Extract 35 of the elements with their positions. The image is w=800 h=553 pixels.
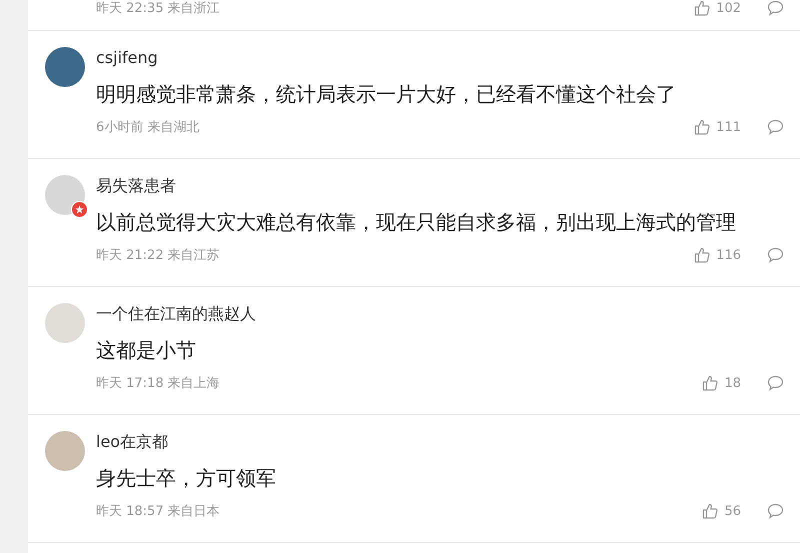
comment-icon (767, 119, 784, 135)
avatar[interactable] (45, 47, 85, 87)
thumbs-up-icon (694, 119, 710, 135)
like-button[interactable]: 18 (702, 375, 741, 391)
author-name[interactable]: leo在京都 (96, 431, 168, 453)
reply-button[interactable] (767, 119, 784, 135)
avatar[interactable] (45, 175, 85, 215)
thumbs-up-icon (702, 375, 718, 391)
comment-meta: 昨天 17:18 来自上海 (96, 375, 220, 392)
like-button[interactable]: 102 (694, 0, 741, 16)
thumbs-up-icon (694, 0, 710, 16)
comment-text: 以前总觉得大灾大难总有依靠，现在只能自求多福，别出现上海式的管理 (96, 209, 736, 235)
author-name[interactable]: 易失落患者 (96, 175, 176, 197)
comment-text: 身先士卒，方可领军 (96, 465, 276, 491)
like-button[interactable]: 116 (694, 247, 741, 263)
author-name[interactable]: csjifeng (96, 47, 158, 69)
reply-button[interactable] (767, 375, 784, 391)
like-button[interactable]: 56 (702, 503, 741, 519)
comment-meta: 昨天 22:35 来自浙江 (96, 0, 220, 17)
thumbs-up-icon (702, 503, 718, 519)
comment-meta: 6小时前 来自湖北 (96, 119, 200, 136)
comment-icon (767, 503, 784, 519)
comment-meta: 昨天 21:22 来自江苏 (96, 247, 220, 264)
thumbs-up-icon (694, 247, 710, 263)
like-button[interactable]: 111 (694, 119, 741, 135)
comment-meta: 昨天 18:57 来自日本 (96, 503, 220, 520)
comment-icon (767, 375, 784, 391)
comment-text: 明明感觉非常萧条，统计局表示一片大好，已经看不懂这个社会了 (96, 81, 676, 107)
reply-button[interactable] (767, 503, 784, 519)
comment-icon (767, 0, 784, 16)
reply-button[interactable] (767, 247, 784, 263)
reply-button[interactable] (767, 0, 784, 16)
comment-text: 这都是小节 (96, 337, 196, 363)
author-name[interactable]: 一个住在江南的燕赵人 (96, 303, 256, 325)
comment-icon (767, 247, 784, 263)
